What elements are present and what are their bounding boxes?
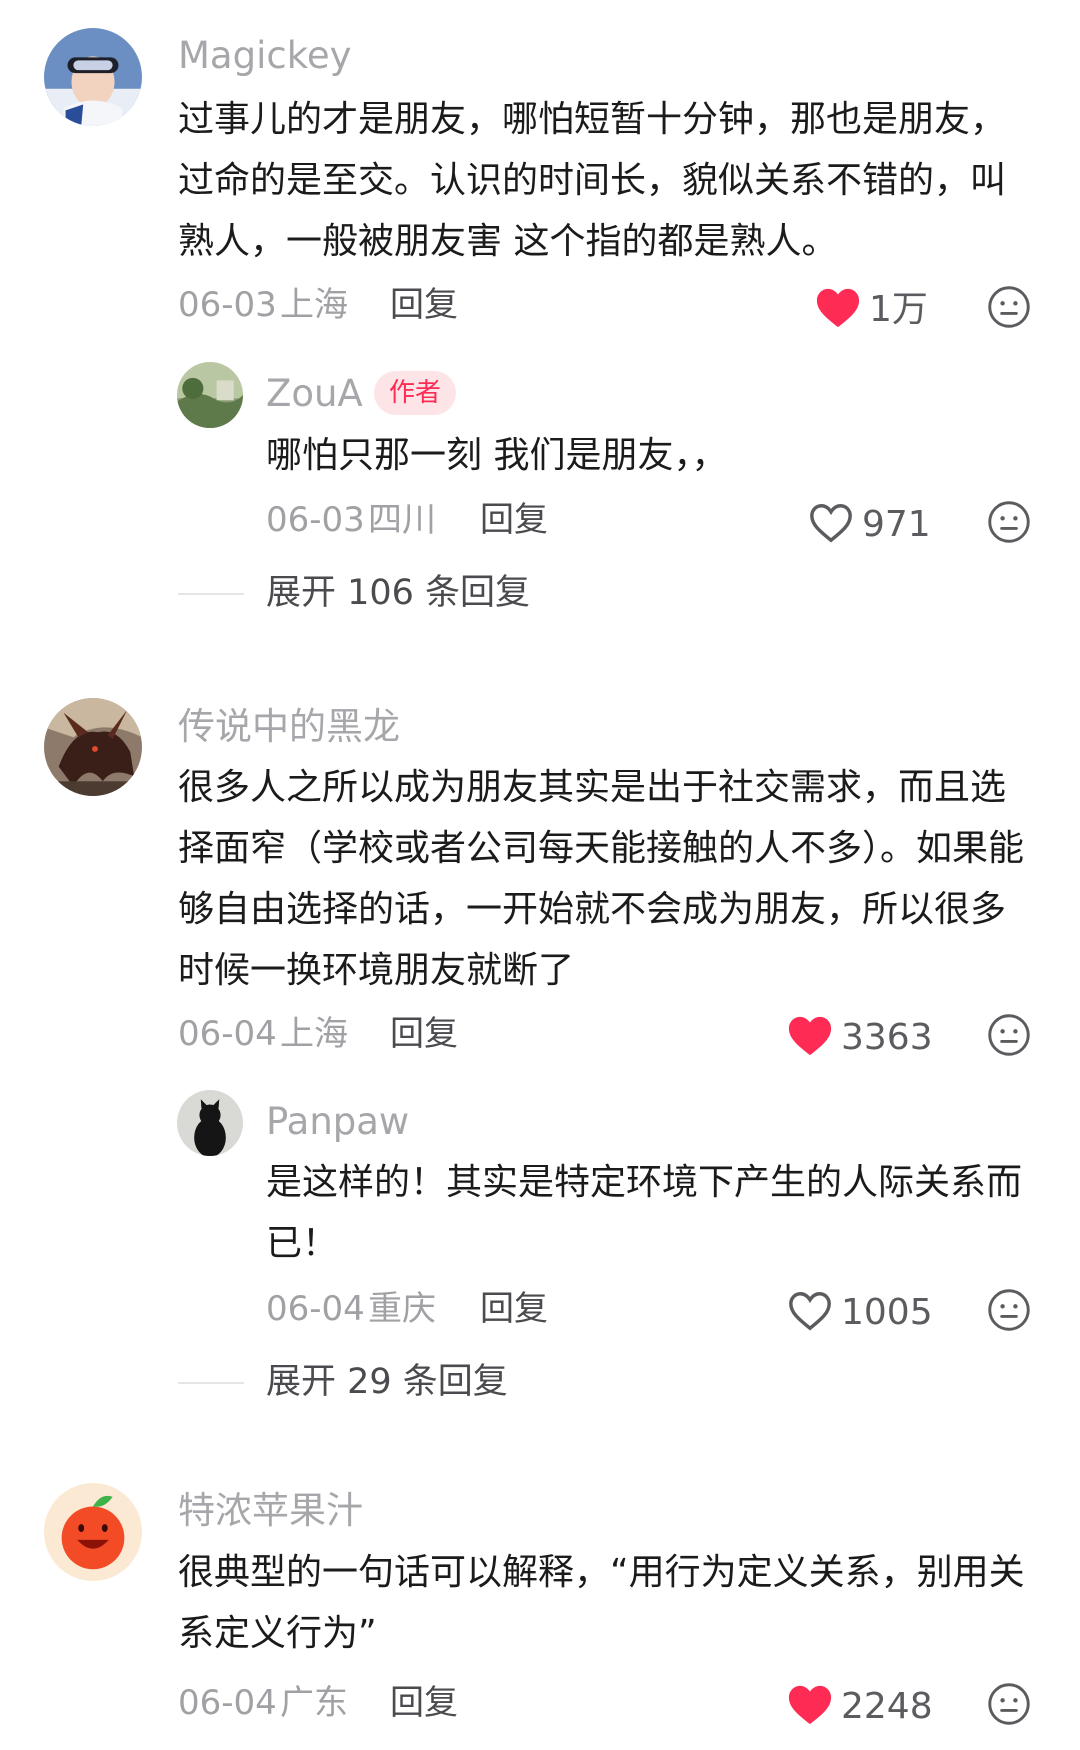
comment-location: 上海 <box>280 285 348 325</box>
black-dragon-avatar-icon <box>44 698 142 796</box>
reply-button[interactable]: 回复 <box>390 283 458 327</box>
user-avatar-panpaw[interactable] <box>177 1090 243 1156</box>
user-avatar-apple-juice[interactable] <box>44 1483 142 1581</box>
comment-text: 很典型的一句话可以解释，“用行为定义关系，别用关系定义行为” <box>178 1552 1025 1654</box>
neutral-face-icon <box>988 1014 1030 1056</box>
like-count: 1万 <box>869 289 928 330</box>
reply-text: 哪怕只那一刻 我们是朋友，， <box>266 435 728 476</box>
comment-username[interactable]: 特浓苹果汁 <box>178 1487 363 1535</box>
expand-replies-button[interactable]: 展开 29 条回复 <box>266 1358 508 1406</box>
reaction-button[interactable] <box>987 1682 1031 1726</box>
user-avatar-zoua[interactable] <box>177 362 243 428</box>
black-cat-avatar-icon <box>177 1090 243 1156</box>
reaction-button[interactable] <box>987 285 1031 329</box>
expand-divider <box>178 1382 244 1384</box>
neutral-face-icon <box>988 501 1030 543</box>
like-count: 2248 <box>841 1686 933 1727</box>
user-avatar-magickey[interactable] <box>44 28 142 126</box>
like-count: 1005 <box>841 1292 933 1333</box>
heart-filled-icon <box>788 1685 832 1725</box>
comment-location: 广东 <box>280 1683 348 1723</box>
reply-date: 06-03 <box>266 500 365 540</box>
reply-location: 重庆 <box>368 1289 436 1329</box>
neutral-face-icon <box>988 286 1030 328</box>
comment-text: 过事儿的才是朋友，哪怕短暂十分钟，那也是朋友，过命的是至交。认识的时间长，貌似关… <box>178 99 1007 262</box>
expand-divider <box>178 593 244 595</box>
like-count: 3363 <box>841 1017 933 1058</box>
reply-username[interactable]: ZouA <box>266 370 363 418</box>
reply-username[interactable]: Panpaw <box>266 1098 409 1146</box>
reply-text: 是这样的！其实是特定环境下产生的人际关系而已！ <box>266 1162 1023 1264</box>
reply-location: 四川 <box>368 500 436 540</box>
comment-username[interactable]: Magickey <box>178 32 351 80</box>
neutral-face-icon <box>988 1683 1030 1725</box>
apple-avatar-icon <box>44 1483 142 1581</box>
like-button[interactable] <box>815 286 861 330</box>
expand-replies-button[interactable]: 展开 106 条回复 <box>266 569 530 617</box>
reply-button[interactable]: 回复 <box>390 1681 458 1725</box>
like-button[interactable] <box>808 501 854 545</box>
comment-date: 06-04 <box>178 1014 277 1054</box>
like-button[interactable] <box>787 1289 833 1333</box>
reaction-button[interactable] <box>987 1013 1031 1057</box>
skier-goggles-avatar-icon <box>44 28 142 126</box>
reply-date: 06-04 <box>266 1289 365 1329</box>
user-avatar-black-dragon[interactable] <box>44 698 142 796</box>
comment-location: 上海 <box>280 1014 348 1054</box>
comment-text: 很多人之所以成为朋友其实是出于社交需求，而且选择面窄（学校或者公司每天能接触的人… <box>178 767 1025 991</box>
like-count: 971 <box>862 504 931 545</box>
author-badge: 作者 <box>374 371 457 415</box>
comment-username[interactable]: 传说中的黑龙 <box>178 703 400 751</box>
like-button[interactable] <box>787 1683 833 1727</box>
landscape-avatar-icon <box>177 362 243 428</box>
like-button[interactable] <box>787 1014 833 1058</box>
reaction-button[interactable] <box>987 500 1031 544</box>
reply-button[interactable]: 回复 <box>390 1012 458 1056</box>
neutral-face-icon <box>988 1289 1030 1331</box>
heart-outline-icon <box>810 504 852 543</box>
heart-filled-icon <box>816 288 860 328</box>
reaction-button[interactable] <box>987 1288 1031 1332</box>
heart-filled-icon <box>788 1016 832 1056</box>
reply-button[interactable]: 回复 <box>480 1287 548 1331</box>
heart-outline-icon <box>789 1292 831 1331</box>
comment-date: 06-04 <box>178 1683 277 1723</box>
comment-date: 06-03 <box>178 285 277 325</box>
reply-button[interactable]: 回复 <box>480 498 548 542</box>
